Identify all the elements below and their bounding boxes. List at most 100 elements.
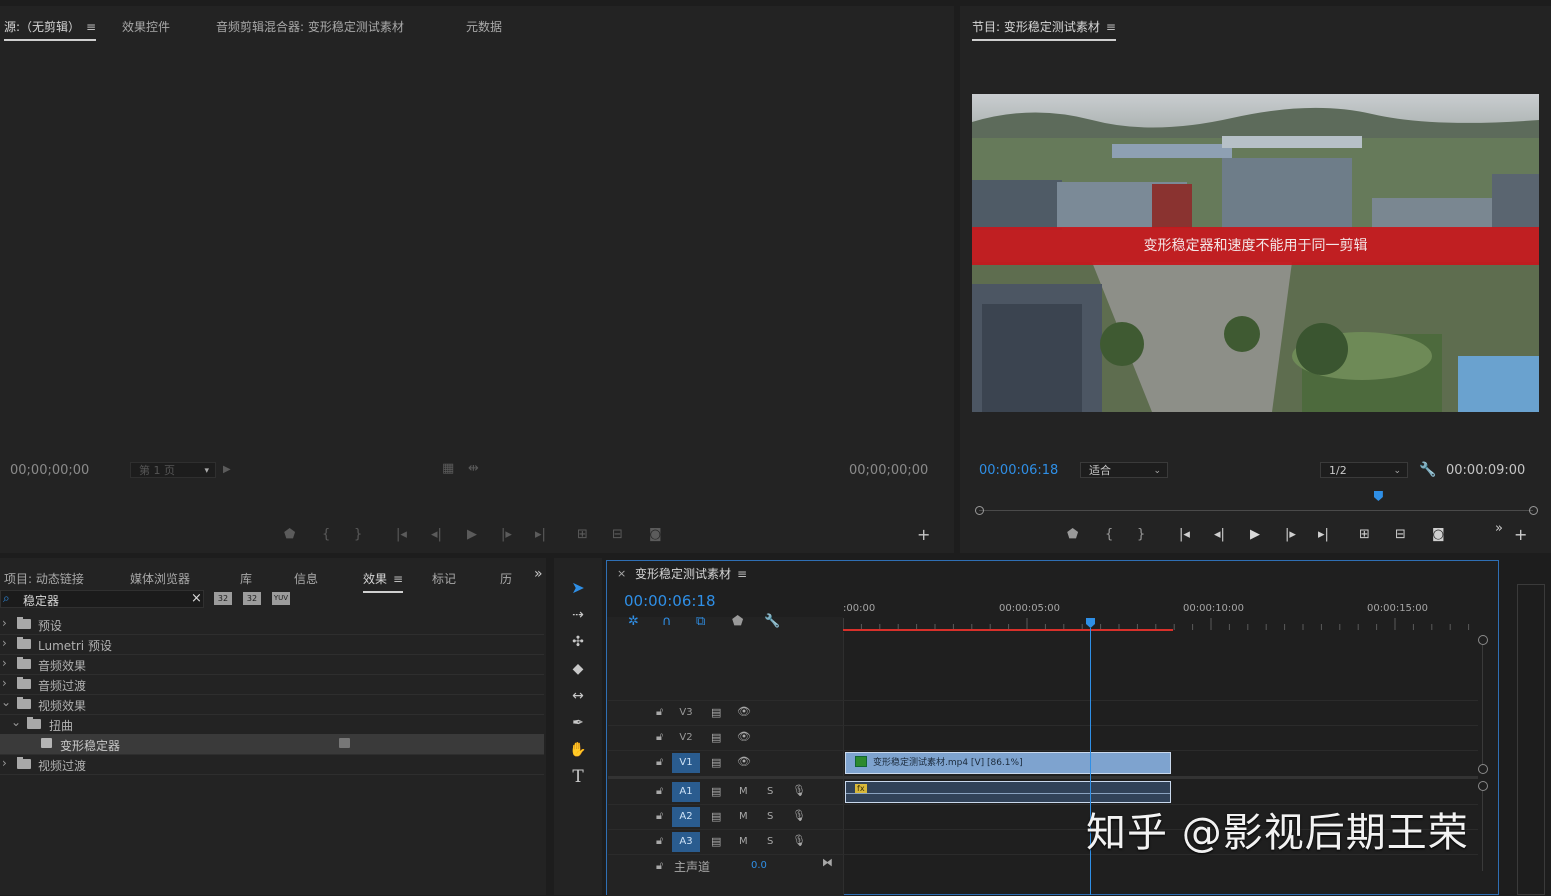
add-button-icon[interactable]: + xyxy=(1514,527,1527,543)
mute-button[interactable]: M xyxy=(739,836,748,847)
lock-icon[interactable]: 🔓︎ xyxy=(656,809,663,823)
ripple-edit-tool-icon[interactable]: ✣ xyxy=(568,632,588,652)
resolution-select[interactable]: 1/2 ⌄ xyxy=(1320,462,1408,478)
tab-effect-controls[interactable]: 效果控件 xyxy=(122,18,170,35)
tab-history[interactable]: 历 xyxy=(500,570,512,587)
fit-select[interactable]: 适合 ⌄ xyxy=(1080,462,1168,478)
tree-item-lumetri-presets[interactable]: › Lumetri 预设 xyxy=(0,634,544,655)
panel-menu-icon[interactable]: ≡ xyxy=(393,572,403,586)
tree-item-video-effects[interactable]: ⌄ 视频效果 xyxy=(0,694,544,715)
timeline-timecode[interactable]: 00:00:06:18 xyxy=(624,592,716,610)
audio-zoom-handle-top[interactable] xyxy=(1478,781,1488,791)
solo-button[interactable]: S xyxy=(767,786,773,797)
tab-media-browser[interactable]: 媒体浏览器 xyxy=(130,570,190,587)
snap-magnet-icon[interactable]: ∩ xyxy=(662,615,672,629)
go-to-in-icon[interactable]: |◂ xyxy=(1179,528,1190,542)
lock-icon[interactable]: 🔓︎ xyxy=(656,784,663,798)
tree-item-distort[interactable]: ⌄ 扭曲 xyxy=(0,714,544,735)
lift-icon[interactable]: ⊞ xyxy=(1359,528,1370,542)
tab-program[interactable]: 节目: 变形稳定测试素材 ≡ xyxy=(972,18,1116,41)
nest-icon[interactable]: ✲ xyxy=(628,615,639,629)
track-target-a1[interactable]: A1 xyxy=(672,782,700,802)
tab-project[interactable]: 项目: 动态链接 xyxy=(4,570,84,587)
tab-metadata[interactable]: 元数据 xyxy=(466,18,502,35)
audio-scrollbar[interactable] xyxy=(1482,791,1483,871)
search-input[interactable]: ⌕ 稳定器 × xyxy=(0,590,204,608)
linked-selection-icon[interactable]: ⧉ xyxy=(696,615,705,629)
mute-button[interactable]: M xyxy=(739,786,748,797)
step-back-icon[interactable]: ◂| xyxy=(1214,528,1225,542)
hand-tool-icon[interactable]: ✋ xyxy=(568,740,588,760)
32bit-effects-icon[interactable]: 32 xyxy=(243,592,261,605)
tree-item-audio-transitions[interactable]: › 音频过渡 xyxy=(0,674,544,695)
eye-icon[interactable]: 👁︎ xyxy=(737,755,751,768)
go-to-master-icon[interactable]: ⧓ xyxy=(822,856,833,869)
program-playhead[interactable] xyxy=(1373,491,1383,501)
close-sequence-icon[interactable]: × xyxy=(617,567,626,580)
tree-item-presets[interactable]: › 预设 xyxy=(0,614,544,635)
scrubber-start-handle[interactable] xyxy=(975,506,984,515)
sequence-tab[interactable]: 变形稳定测试素材 ≡ xyxy=(635,565,747,582)
master-volume-value[interactable]: 0.0 xyxy=(751,860,767,871)
tab-effects[interactable]: 效果 ≡ xyxy=(363,570,404,593)
eye-icon[interactable]: 👁︎ xyxy=(737,705,751,718)
tab-libraries[interactable]: 库 xyxy=(240,570,252,587)
camera-icon[interactable]: ◙ xyxy=(1432,528,1445,542)
solo-button[interactable]: S xyxy=(767,811,773,822)
video-zoom-handle-bottom[interactable] xyxy=(1478,764,1488,774)
microphone-icon[interactable]: 🎙︎ xyxy=(792,809,806,822)
sync-lock-icon[interactable]: ▤ xyxy=(711,785,721,798)
source-timecode-left[interactable]: 00;00;00;00 xyxy=(10,463,89,478)
track-target-a3[interactable]: A3 xyxy=(672,832,700,852)
sync-lock-icon[interactable]: ▤ xyxy=(711,756,721,769)
add-button-icon[interactable]: + xyxy=(917,527,930,543)
razor-tool-icon[interactable]: ◆ xyxy=(568,659,588,679)
tab-info[interactable]: 信息 xyxy=(294,570,318,587)
double-chevron-icon[interactable]: » xyxy=(1495,522,1503,536)
type-tool-icon[interactable]: T xyxy=(568,767,588,787)
clear-search-icon[interactable]: × xyxy=(191,591,202,606)
slip-tool-icon[interactable]: ↔ xyxy=(568,686,588,706)
tree-item-warp-stabilizer[interactable]: 变形稳定器 xyxy=(0,734,544,755)
timeline-settings-icon[interactable]: 🔧 xyxy=(764,615,780,629)
accelerated-effects-icon[interactable]: 32 xyxy=(214,592,232,605)
lock-icon[interactable]: 🔓︎ xyxy=(656,705,663,719)
eye-icon[interactable]: 👁︎ xyxy=(737,730,751,743)
step-forward-icon[interactable]: |▸ xyxy=(1285,528,1296,542)
track-target-v1[interactable]: V1 xyxy=(672,753,700,773)
sync-lock-icon[interactable]: ▤ xyxy=(711,731,721,744)
mark-in-icon[interactable]: { xyxy=(1105,528,1113,542)
track-select-tool-icon[interactable]: ⇢ xyxy=(568,605,588,625)
pen-tool-icon[interactable]: ✒ xyxy=(568,713,588,733)
track-target-v3[interactable]: V3 xyxy=(672,703,700,723)
wrench-icon[interactable]: 🔧 xyxy=(1419,463,1436,477)
solo-button[interactable]: S xyxy=(767,836,773,847)
tree-item-audio-effects[interactable]: › 音频效果 xyxy=(0,654,544,675)
yuv-effects-icon[interactable]: YUV xyxy=(272,592,290,605)
extract-icon[interactable]: ⊟ xyxy=(1395,528,1406,542)
video-zoom-handle-top[interactable] xyxy=(1478,635,1488,645)
track-target-v2[interactable]: V2 xyxy=(672,728,700,748)
marker-icon[interactable]: ⬟ xyxy=(1067,528,1078,542)
program-current-timecode[interactable]: 00:00:06:18 xyxy=(979,463,1058,478)
lock-icon[interactable]: 🔓︎ xyxy=(656,755,663,769)
microphone-icon[interactable]: 🎙︎ xyxy=(792,834,806,847)
panel-menu-icon[interactable]: ≡ xyxy=(86,20,96,34)
lock-icon[interactable]: 🔓︎ xyxy=(656,859,663,873)
microphone-icon[interactable]: 🎙︎ xyxy=(792,784,806,797)
tab-markers[interactable]: 标记 xyxy=(432,570,456,587)
track-target-a2[interactable]: A2 xyxy=(672,807,700,827)
mute-button[interactable]: M xyxy=(739,811,748,822)
video-clip[interactable]: 变形稳定测试素材.mp4 [V] [86.1%] xyxy=(845,752,1171,774)
go-to-out-icon[interactable]: ▸| xyxy=(1318,528,1329,542)
sync-lock-icon[interactable]: ▤ xyxy=(711,706,721,719)
add-marker-icon[interactable]: ⬟ xyxy=(732,615,743,629)
panel-menu-icon[interactable]: ≡ xyxy=(737,567,747,581)
lock-icon[interactable]: 🔓︎ xyxy=(656,834,663,848)
selection-tool-icon[interactable]: ➤ xyxy=(568,578,588,598)
sync-lock-icon[interactable]: ▤ xyxy=(711,810,721,823)
scrubber-end-handle[interactable] xyxy=(1529,506,1538,515)
play-icon[interactable]: ▶ xyxy=(1250,528,1260,542)
program-scrubber[interactable] xyxy=(975,490,1538,516)
more-tabs-icon[interactable]: » xyxy=(534,566,543,582)
